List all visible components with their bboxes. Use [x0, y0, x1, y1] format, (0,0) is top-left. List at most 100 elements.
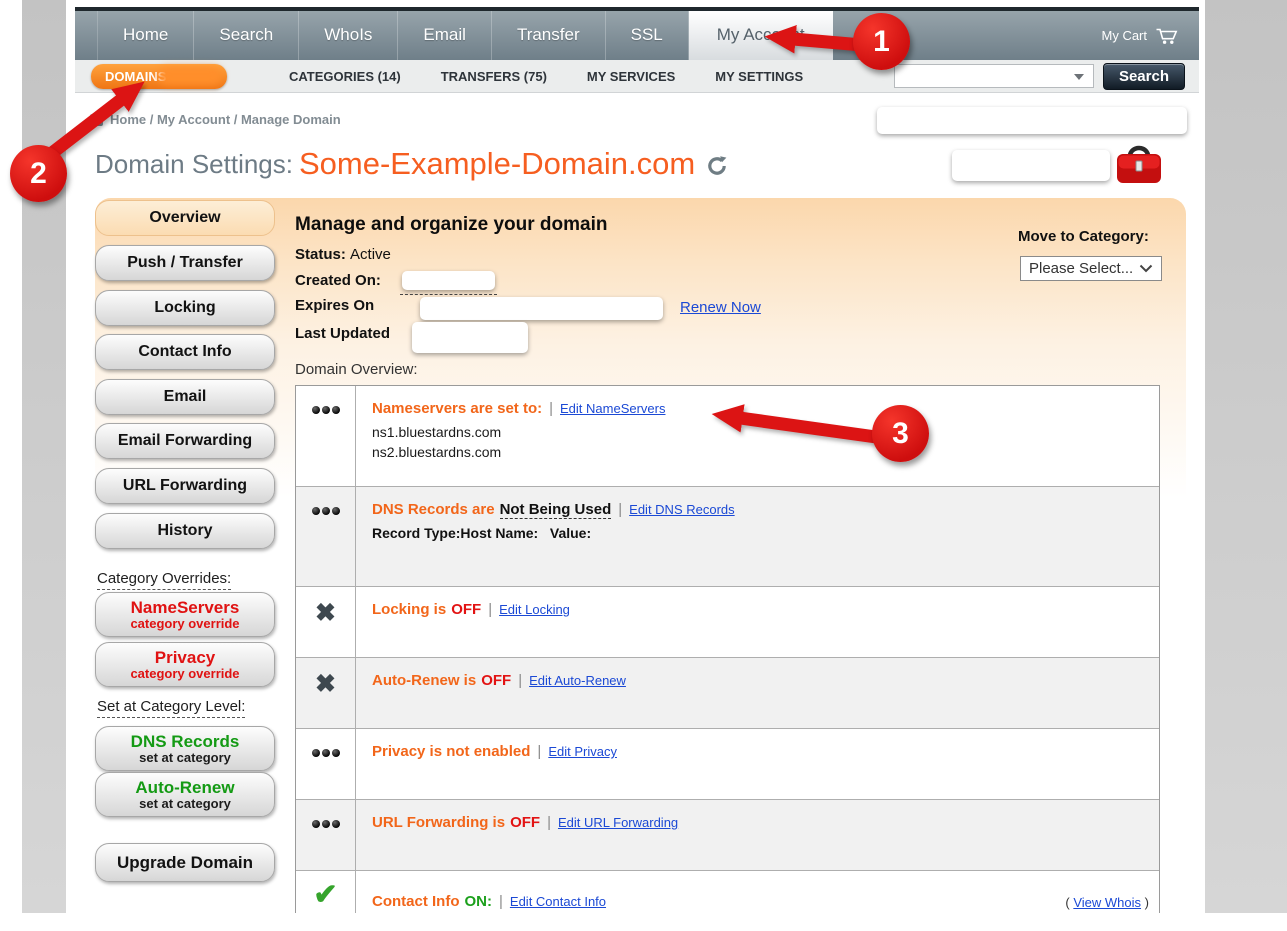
sidebar-item-autorenew-category[interactable]: Auto-Renew set at category	[95, 772, 275, 817]
x-mark-icon: ✖	[296, 658, 356, 728]
autorenew-category-sub: set at category	[139, 797, 231, 811]
subnav-categories[interactable]: CATEGORIES (14)	[289, 69, 401, 84]
subnav-domains-button[interactable]: DOMAINS	[91, 64, 227, 89]
tab-search[interactable]: Search	[194, 11, 299, 60]
sidebar-item-url-forwarding[interactable]: URL Forwarding	[95, 468, 275, 504]
tab-email[interactable]: Email	[398, 11, 492, 60]
annotation-circle-3: 3	[872, 405, 929, 462]
category-select[interactable]: Please Select...	[1020, 256, 1162, 281]
home-icon	[90, 114, 103, 126]
sidebar-item-privacy-override[interactable]: Privacy category override	[95, 642, 275, 687]
overview-row-dns-records: DNS Records are Not Being Used | Edit DN…	[296, 486, 1159, 586]
edit-url-forwarding-link[interactable]: Edit URL Forwarding	[558, 815, 678, 830]
row-title: Locking is	[372, 601, 446, 618]
separator: |	[549, 400, 553, 417]
autorenew-category-title: Auto-Renew	[135, 779, 234, 797]
category-select-value: Please Select...	[1029, 260, 1133, 277]
subnav-my-services[interactable]: MY SERVICES	[587, 69, 675, 84]
subnav-my-settings[interactable]: MY SETTINGS	[715, 69, 803, 84]
pending-dots-icon	[296, 800, 356, 870]
privacy-override-sub: category override	[130, 667, 239, 681]
refresh-icon[interactable]	[705, 154, 729, 178]
redaction-box-created	[402, 271, 495, 290]
move-to-category-label: Move to Category:	[1018, 228, 1149, 245]
edit-nameservers-link[interactable]: Edit NameServers	[560, 401, 665, 416]
edit-privacy-link[interactable]: Edit Privacy	[548, 744, 617, 759]
separator: |	[618, 501, 622, 518]
toolbox-icon[interactable]	[1115, 143, 1163, 187]
paren: (	[1065, 895, 1069, 910]
tab-transfer[interactable]: Transfer	[492, 11, 606, 60]
edit-dns-records-link[interactable]: Edit DNS Records	[629, 502, 734, 517]
subnav-transfers[interactable]: TRANSFERS (75)	[441, 69, 547, 84]
separator: |	[488, 601, 492, 618]
pending-dots-icon	[296, 729, 356, 799]
domain-overview-label: Domain Overview:	[295, 361, 418, 378]
created-label: Created On:	[295, 272, 381, 289]
dns-records-category-sub: set at category	[139, 751, 231, 765]
view-whois: ( View Whois )	[1065, 895, 1149, 910]
dns-record-headers: Record Type:Host Name: Value:	[372, 525, 1145, 541]
breadcrumb[interactable]: Home / My Account / Manage Domain	[90, 112, 341, 127]
expires-label: Expires On	[295, 297, 374, 314]
row-title: Auto-Renew is	[372, 672, 476, 689]
sidebar-item-email[interactable]: Email	[95, 379, 275, 415]
redaction-box-expires	[420, 297, 663, 320]
sidebar-item-push-transfer[interactable]: Push / Transfer	[95, 245, 275, 281]
title-prefix: Domain Settings:	[95, 149, 293, 180]
expires-line: Expires On	[295, 297, 374, 314]
sub-navigation: DOMAINS CATEGORIES (14) TRANSFERS (75) M…	[75, 60, 1199, 93]
tab-whois[interactable]: WhoIs	[299, 11, 398, 60]
sidebar-item-contact-info[interactable]: Contact Info	[95, 334, 275, 370]
overview-row-contact-info: ✔ Contact Info ON: | Edit Contact Info (…	[296, 870, 1159, 913]
right-gutter	[1205, 0, 1287, 913]
left-gutter	[22, 0, 66, 913]
sidebar-item-email-forwarding[interactable]: Email Forwarding	[95, 423, 275, 459]
x-mark-icon: ✖	[296, 587, 356, 657]
separator: |	[537, 743, 541, 760]
row-emphasis: OFF	[451, 601, 481, 618]
subnav-search-group: Search	[894, 63, 1199, 90]
edit-contact-info-link[interactable]: Edit Contact Info	[510, 894, 606, 909]
renew-now-link[interactable]: Renew Now	[680, 299, 761, 316]
nameserver-2: ns2.bluestardns.com	[372, 442, 1145, 462]
sidebar-item-upgrade-domain[interactable]: Upgrade Domain	[95, 843, 275, 882]
sidebar-item-nameservers-override[interactable]: NameServers category override	[95, 592, 275, 637]
row-emphasis: Not Being Used	[500, 501, 612, 519]
separator: |	[547, 814, 551, 831]
sidebar-item-overview[interactable]: Overview	[95, 200, 275, 236]
page: Home Search WhoIs Email Transfer SSL My …	[66, 0, 1205, 913]
annotation-circle-2: 2	[10, 145, 67, 202]
nameservers-override-title: NameServers	[131, 599, 240, 617]
status-value: Active	[350, 246, 391, 263]
dns-records-category-title: DNS Records	[131, 733, 240, 751]
view-whois-link[interactable]: View Whois	[1073, 895, 1141, 910]
tab-home[interactable]: Home	[97, 11, 194, 60]
edit-locking-link[interactable]: Edit Locking	[499, 602, 570, 617]
privacy-override-title: Privacy	[155, 649, 216, 667]
my-cart-button[interactable]: My Cart	[1102, 11, 1200, 60]
chevron-down-icon	[1074, 74, 1084, 80]
sidebar-item-locking[interactable]: Locking	[95, 290, 275, 326]
row-title: Contact Info	[372, 893, 460, 910]
sidebar-item-dns-records-category[interactable]: DNS Records set at category	[95, 726, 275, 771]
tab-my-account[interactable]: My Account	[689, 11, 833, 60]
page-title: Domain Settings: Some-Example-Domain.com	[95, 146, 729, 182]
search-button[interactable]: Search	[1103, 63, 1185, 90]
redaction-box-top	[877, 107, 1187, 134]
redaction-box-updated	[412, 322, 528, 353]
category-overrides-label: Category Overrides:	[97, 570, 231, 587]
cart-icon	[1155, 27, 1179, 45]
my-cart-label: My Cart	[1102, 28, 1148, 43]
redaction-box-title	[952, 150, 1110, 181]
set-at-category-label: Set at Category Level:	[97, 698, 245, 715]
sidebar-item-history[interactable]: History	[95, 513, 275, 549]
edit-autorenew-link[interactable]: Edit Auto-Renew	[529, 673, 626, 688]
breadcrumb-text[interactable]: Home / My Account / Manage Domain	[110, 112, 341, 127]
status-label: Status:	[295, 246, 346, 263]
chevron-down-icon	[1139, 264, 1153, 273]
overview-row-nameservers: Nameservers are set to: | Edit NameServe…	[296, 386, 1159, 486]
tab-ssl[interactable]: SSL	[606, 11, 689, 60]
search-combobox[interactable]	[894, 64, 1094, 88]
section-heading: Manage and organize your domain	[295, 214, 608, 236]
